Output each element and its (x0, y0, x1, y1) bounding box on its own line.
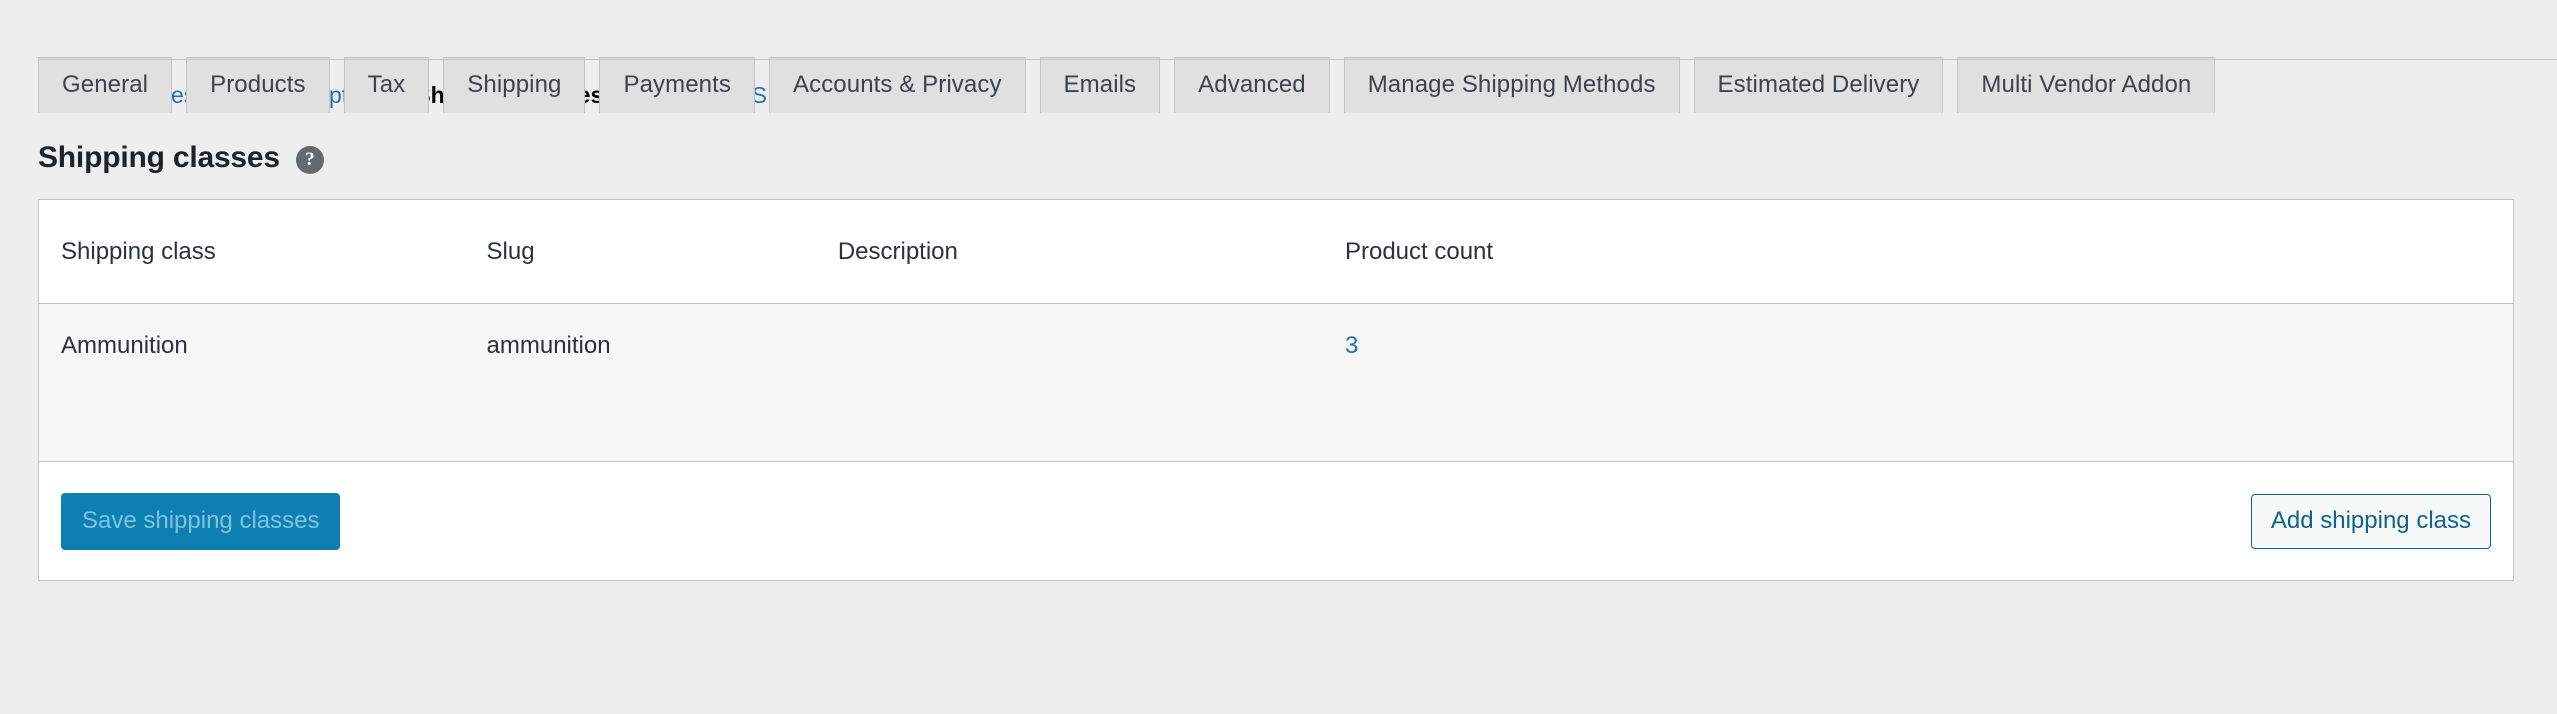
cell-description[interactable] (815, 303, 1323, 463)
table-header-row: Shipping class Slug Description Product … (39, 199, 2513, 305)
tab-manage-shipping-methods[interactable]: Manage Shipping Methods (1343, 57, 1680, 113)
tab-advanced[interactable]: Advanced (1174, 57, 1330, 113)
column-header-shipping-class: Shipping class (39, 199, 465, 305)
table-footer-row: Save shipping classes Add shipping class (39, 461, 2513, 580)
help-icon[interactable]: ? (295, 146, 324, 175)
shipping-classes-panel: Shipping class Slug Description Product … (38, 198, 2514, 581)
table-row: Ammunition ammunition 3 (39, 303, 2513, 463)
tab-products[interactable]: Products (186, 57, 330, 113)
page-title: Shipping classes (38, 140, 280, 174)
table-body: Ammunition ammunition 3 (39, 303, 2513, 463)
shipping-classes-table: Shipping class Slug Description Product … (39, 199, 2513, 580)
tab-general[interactable]: General (38, 57, 173, 113)
settings-tab-bar: General Products Tax Shipping Payments Accoun… (0, 0, 2557, 113)
tab-payments[interactable]: Payments (599, 57, 755, 113)
tab-tax[interactable]: Tax (343, 57, 430, 113)
column-header-slug: Slug (464, 199, 816, 305)
tab-shipping[interactable]: Shipping (443, 57, 586, 113)
settings-tabs: General Products Tax Shipping Payments Accoun… (38, 0, 2557, 113)
tab-estimated-delivery[interactable]: Estimated Delivery (1693, 57, 1944, 113)
footer-actions: Save shipping classes Add shipping class (61, 492, 2491, 550)
cell-slug[interactable]: ammunition (464, 303, 816, 463)
column-header-product-count: Product count (1322, 199, 2513, 305)
table-footer-cell: Save shipping classes Add shipping class (39, 461, 2513, 580)
table-foot: Save shipping classes Add shipping class (39, 461, 2513, 580)
cell-product-count: 3 (1322, 303, 2513, 463)
tab-emails[interactable]: Emails (1039, 57, 1161, 113)
save-shipping-classes-button[interactable]: Save shipping classes (61, 492, 341, 550)
tab-accounts-privacy[interactable]: Accounts & Privacy (769, 57, 1026, 113)
page-heading: Shipping classes ? (0, 111, 2557, 175)
tab-multi-vendor-addon[interactable]: Multi Vendor Addon (1957, 57, 2216, 113)
add-shipping-class-button[interactable]: Add shipping class (2250, 493, 2491, 549)
cell-shipping-class[interactable]: Ammunition (39, 303, 465, 463)
table-head: Shipping class Slug Description Product … (39, 199, 2513, 305)
tab-bar-underline (38, 59, 2557, 60)
column-header-description: Description (815, 199, 1323, 305)
product-count-link[interactable]: 3 (1345, 332, 1358, 359)
